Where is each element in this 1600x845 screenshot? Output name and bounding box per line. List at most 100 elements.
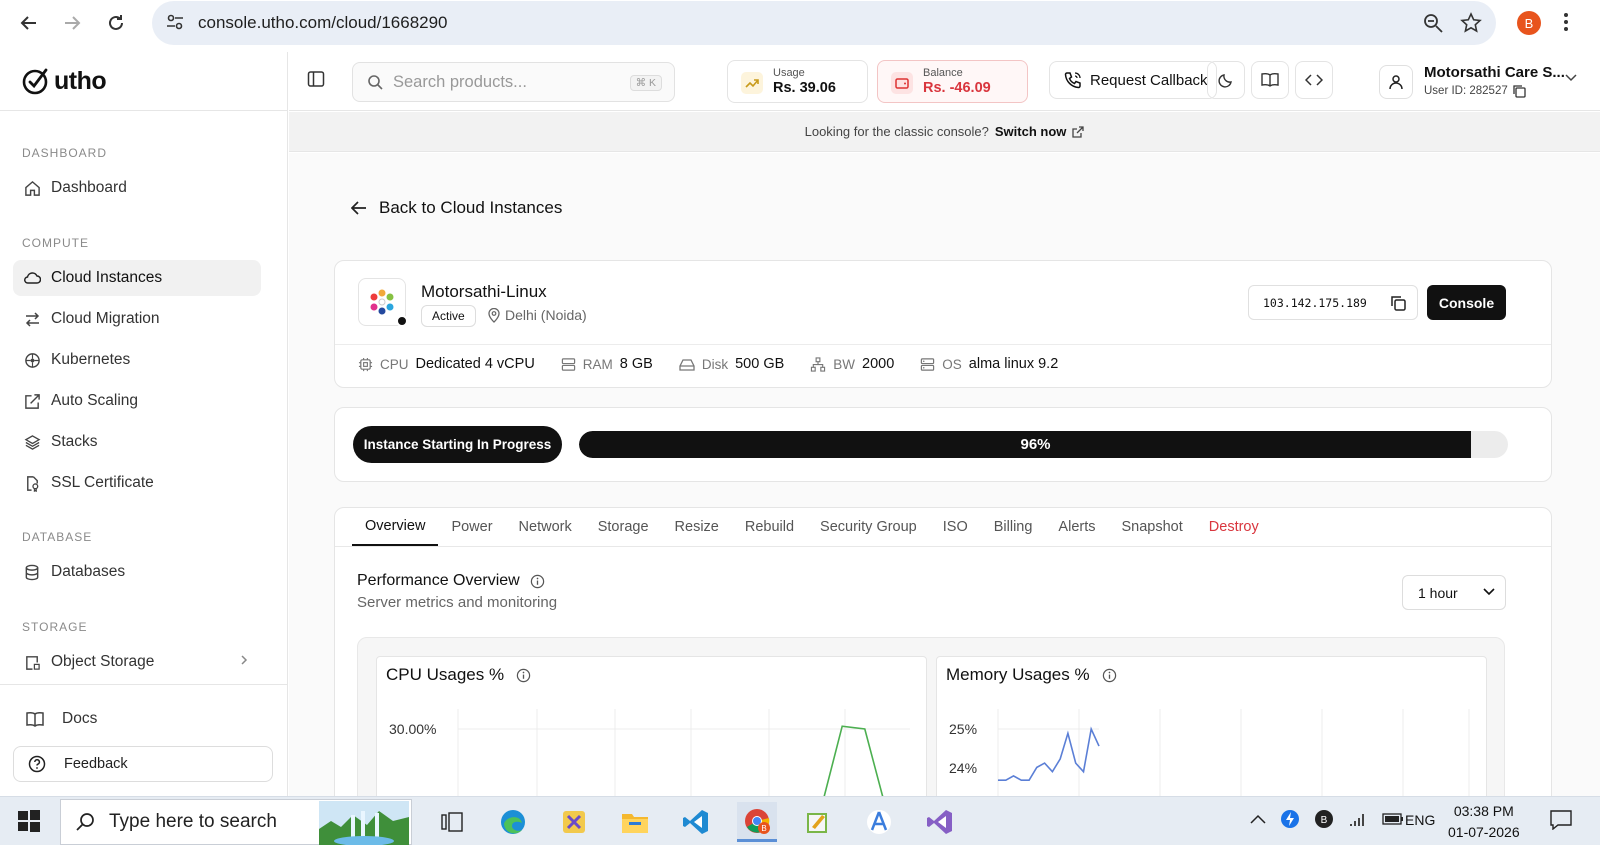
reload-icon[interactable] [104, 11, 128, 35]
language-indicator[interactable]: ENG [1405, 812, 1435, 828]
sidebar-item-auto-scaling[interactable]: Auto Scaling [13, 383, 261, 419]
tab-network[interactable]: Network [506, 508, 585, 546]
memory-usage-chart: 25% 24% Memory Usages % [936, 656, 1487, 796]
tab-alerts[interactable]: Alerts [1045, 508, 1108, 546]
user-menu[interactable]: Motorsathi Care S... User ID: 282527 [1379, 60, 1599, 104]
url-text[interactable]: console.utho.com/cloud/1668290 [198, 13, 448, 33]
back-to-instances-link[interactable]: Back to Cloud Instances [351, 198, 562, 218]
spec-cpu: CPU Dedicated 4 vCPU [358, 356, 535, 372]
api-button[interactable] [1295, 61, 1333, 99]
tab-destroy[interactable]: Destroy [1196, 508, 1272, 546]
taskbar-search-placeholder: Type here to search [109, 811, 277, 832]
back-arrow-icon[interactable] [17, 11, 41, 35]
sidebar-item-cloud-migration[interactable]: Cloud Migration [13, 301, 261, 337]
feedback-button[interactable]: Feedback [13, 746, 273, 782]
divider [0, 684, 288, 685]
ip-address-box[interactable]: 103.142.175.189 [1248, 285, 1418, 320]
user-name: Motorsathi Care S... [1424, 64, 1565, 81]
vscode-icon[interactable] [676, 802, 716, 842]
section-storage: STORAGE [22, 620, 88, 634]
spec-value: alma linux 9.2 [968, 356, 1059, 372]
battery-icon[interactable] [1382, 813, 1404, 825]
spec-key: BW [833, 356, 856, 372]
switch-now-link[interactable]: Switch now [995, 124, 1067, 139]
bookmark-star-icon[interactable] [1460, 12, 1482, 34]
sidebar-item-stacks[interactable]: Stacks [13, 424, 261, 460]
progress-bar: 96% [579, 431, 1508, 458]
sidebar-item-kubernetes[interactable]: Kubernetes [13, 342, 261, 378]
swap-icon [23, 310, 41, 328]
divider [335, 546, 1551, 547]
search-highlight-icon [319, 801, 409, 845]
external-link-icon[interactable] [1072, 125, 1085, 138]
sidebar-item-ssl-certificate[interactable]: SSL Certificate [13, 465, 261, 501]
feedback-label: Feedback [64, 756, 128, 772]
chevron-down-icon [1565, 74, 1577, 82]
chrome-icon[interactable]: B [737, 802, 777, 842]
sidebar-item-object-storage[interactable]: Object Storage [13, 644, 261, 680]
browser-menu-icon[interactable] [1563, 11, 1569, 33]
tray-app-icon[interactable]: B [1314, 809, 1334, 829]
section-dashboard: DASHBOARD [22, 146, 108, 160]
zoom-icon[interactable] [1422, 12, 1444, 34]
copy-icon[interactable] [1512, 84, 1526, 98]
sidebar-item-databases[interactable]: Databases [13, 554, 261, 590]
notification-icon[interactable] [1550, 810, 1572, 830]
system-clock[interactable]: 03:38 PM 01-07-2026 [1448, 801, 1520, 843]
tab-rebuild[interactable]: Rebuild [732, 508, 807, 546]
balance-pill[interactable]: Balance Rs. -46.09 [877, 60, 1028, 103]
chart-title: Memory Usages % [946, 665, 1117, 685]
search-input[interactable]: Search products... ⌘ K [352, 62, 675, 102]
browser-toolbar: console.utho.com/cloud/1668290 B [0, 0, 1600, 46]
sidebar-item-cloud-instances[interactable]: Cloud Instances [13, 260, 261, 296]
info-icon[interactable] [1102, 668, 1117, 683]
copy-icon[interactable] [1389, 294, 1407, 312]
section-compute: COMPUTE [22, 236, 89, 250]
tab-overview[interactable]: Overview [352, 508, 439, 546]
sidebar-item-label: Auto Scaling [51, 392, 139, 409]
spec-disk: Disk 500 GB [679, 356, 784, 372]
edge-browser-icon[interactable] [493, 802, 533, 842]
layers-icon [23, 433, 41, 451]
notepad-app-icon[interactable] [798, 802, 838, 842]
forward-arrow-icon[interactable] [60, 11, 84, 35]
usage-pill[interactable]: Usage Rs. 39.06 [727, 60, 868, 103]
console-button[interactable]: Console [1427, 285, 1506, 320]
spec-value: Dedicated 4 vCPU [415, 356, 535, 372]
sidebar-item-label: Cloud Migration [51, 310, 160, 327]
address-bar[interactable]: console.utho.com/cloud/1668290 [152, 1, 1496, 45]
android-studio-icon[interactable] [859, 802, 899, 842]
tab-resize[interactable]: Resize [662, 508, 732, 546]
wifi-icon[interactable] [1348, 810, 1368, 828]
tab-iso[interactable]: ISO [930, 508, 981, 546]
tools-app-icon[interactable] [554, 802, 594, 842]
site-info-icon[interactable] [164, 11, 186, 33]
visual-studio-icon[interactable] [920, 802, 960, 842]
tab-security-group[interactable]: Security Group [807, 508, 930, 546]
y-tick-label: 25% [949, 721, 977, 737]
tab-billing[interactable]: Billing [981, 508, 1046, 546]
info-icon[interactable] [516, 668, 531, 683]
sidebar-toggle-icon[interactable] [307, 70, 325, 88]
bolt-app-icon[interactable] [1280, 809, 1300, 829]
usage-value: Rs. 39.06 [773, 80, 836, 96]
dark-mode-button[interactable] [1207, 61, 1245, 99]
utho-logo[interactable]: utho [22, 66, 107, 96]
profile-avatar[interactable]: B [1517, 11, 1541, 35]
taskbar-search-input[interactable]: Type here to search [60, 799, 412, 845]
file-explorer-icon[interactable] [615, 802, 655, 842]
sidebar-item-dashboard[interactable]: Dashboard [13, 170, 261, 206]
info-icon[interactable] [530, 574, 545, 589]
section-database: DATABASE [22, 530, 93, 544]
tab-storage[interactable]: Storage [585, 508, 662, 546]
docs-link[interactable]: Docs [26, 710, 97, 728]
request-callback-button[interactable]: Request Callback [1049, 61, 1217, 99]
spec-bandwidth: BW 2000 [810, 356, 894, 372]
chevron-up-icon[interactable] [1250, 814, 1266, 824]
time-range-select[interactable]: 1 hour [1402, 575, 1506, 610]
tab-snapshot[interactable]: Snapshot [1109, 508, 1196, 546]
tab-power[interactable]: Power [438, 508, 505, 546]
windows-start-icon[interactable] [18, 810, 40, 832]
docs-button[interactable] [1251, 61, 1289, 99]
task-view-icon[interactable] [432, 802, 472, 842]
